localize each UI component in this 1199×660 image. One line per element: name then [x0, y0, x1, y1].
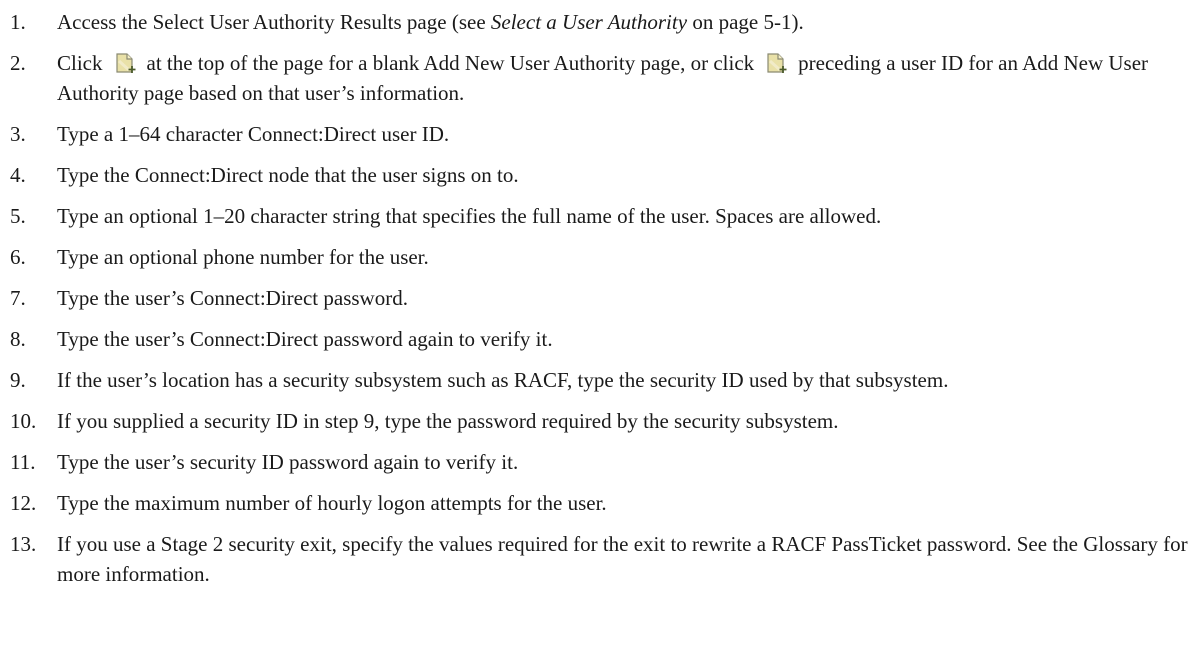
step-text: Type a 1–64 character Connect:Direct use… [57, 122, 450, 146]
step-text: If you use a Stage 2 security exit, spec… [57, 532, 1188, 586]
step-12: 12. Type the maximum number of hourly lo… [10, 488, 1190, 518]
step-number: 1. [10, 10, 26, 34]
step-number: 11. [10, 450, 36, 474]
step-number: 4. [10, 163, 26, 187]
step-3: 3. Type a 1–64 character Connect:Direct … [10, 119, 1190, 149]
step-text: Type the user’s security ID password aga… [57, 450, 519, 474]
step-7: 7. Type the user’s Connect:Direct passwo… [10, 283, 1190, 313]
step-number: 5. [10, 204, 26, 228]
step-number: 8. [10, 327, 26, 351]
new-document-icon [764, 52, 788, 74]
step-number: 3. [10, 122, 26, 146]
step-text-end: on page 5-1). [687, 10, 804, 34]
step-number: 12. [10, 491, 37, 515]
step-9: 9. If the user’s location has a security… [10, 365, 1190, 395]
new-document-icon [113, 52, 137, 74]
step-1: 1. Access the Select User Authority Resu… [10, 7, 1190, 37]
step-11: 11. Type the user’s security ID password… [10, 447, 1190, 477]
step-text: Type an optional phone number for the us… [57, 245, 429, 269]
step-text: Type the maximum number of hourly logon … [57, 491, 607, 515]
step-text: Click [57, 51, 103, 75]
step-number: 2. [10, 51, 26, 75]
step-number: 13. [10, 532, 37, 556]
step-4: 4. Type the Connect:Direct node that the… [10, 160, 1190, 190]
procedure-steps: 1. Access the Select User Authority Resu… [10, 0, 1190, 600]
step-text: If the user’s location has a security su… [57, 368, 949, 392]
step-6: 6. Type an optional phone number for the… [10, 242, 1190, 272]
step-2: 2. Click at the top of the page for a bl… [10, 48, 1190, 108]
step-5: 5. Type an optional 1–20 character strin… [10, 201, 1190, 231]
cross-reference-title: Select a User Authority [490, 10, 688, 34]
step-text: Type the user’s Connect:Direct password … [57, 327, 553, 351]
step-8: 8. Type the user’s Connect:Direct passwo… [10, 324, 1190, 354]
step-number: 7. [10, 286, 26, 310]
step-13: 13. If you use a Stage 2 security exit, … [10, 529, 1190, 589]
step-text: If you supplied a security ID in step 9,… [57, 409, 839, 433]
step-text: Access the Select User Authority Results… [57, 10, 491, 34]
step-text: Type an optional 1–20 character string t… [57, 204, 882, 228]
step-text: Type the Connect:Direct node that the us… [57, 163, 519, 187]
step-number: 6. [10, 245, 26, 269]
step-number: 9. [10, 368, 26, 392]
step-number: 10. [10, 409, 37, 433]
step-10: 10. If you supplied a security ID in ste… [10, 406, 1190, 436]
step-text: Type the user’s Connect:Direct password. [57, 286, 408, 310]
step-text-middle: at the top of the page for a blank Add N… [146, 51, 755, 75]
